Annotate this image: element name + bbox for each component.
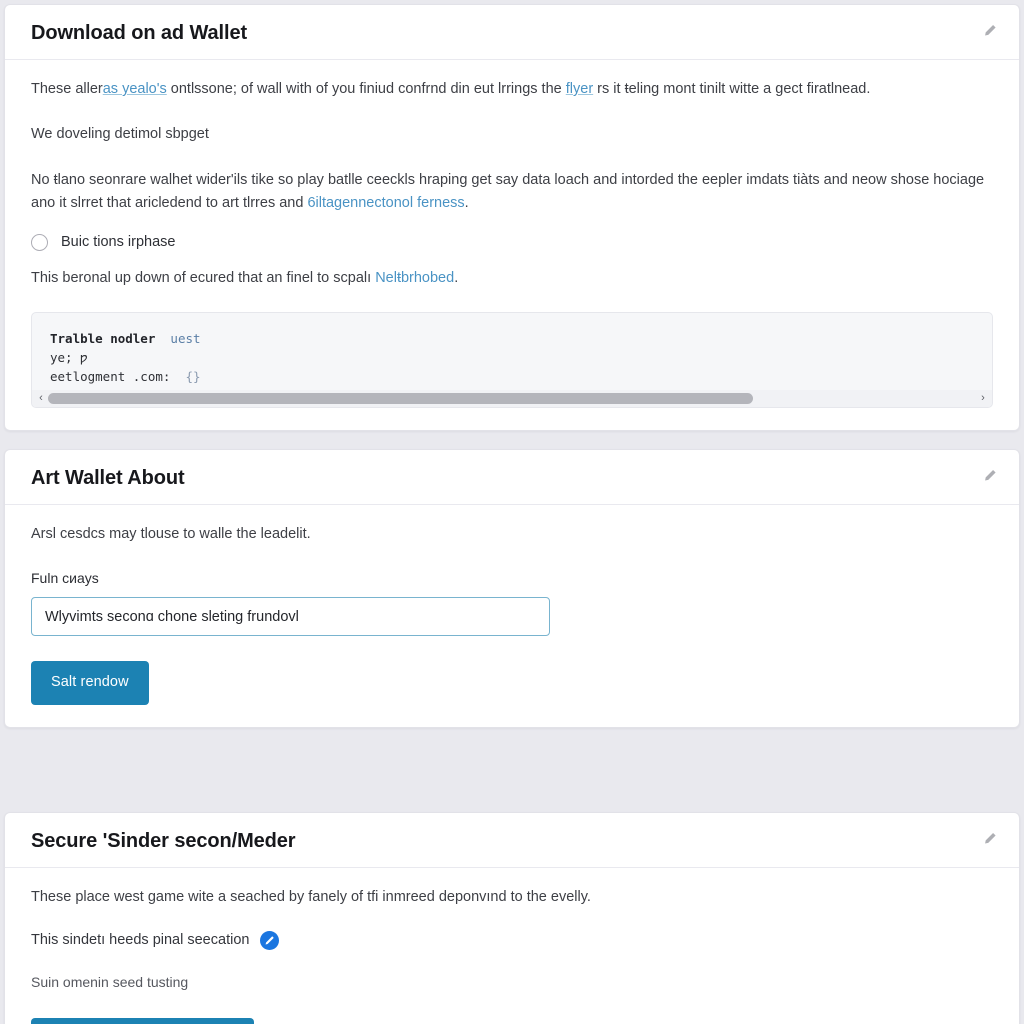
button-row: Downmnet tlalt.'on fwoslden: [31, 1018, 993, 1024]
field-label-fuln-days: Fuln cиays: [31, 569, 99, 586]
card-header: Secure 'Sinder secon/Meder: [5, 813, 1019, 868]
save-button[interactable]: Salt rendow: [31, 661, 149, 705]
text-segment: ontlssone; of wall with of you finiud co…: [166, 81, 566, 97]
code-line: ye; ƿ: [50, 350, 88, 366]
card-body: Arsl cesdcs may tlouse to walle the lead…: [5, 505, 1019, 726]
paragraph-secure-info: These place west game wite a seached by …: [31, 888, 591, 905]
card-title: Art Wallet About: [31, 467, 185, 490]
card-body: These alleras yealo's ontlssone; of wall…: [5, 60, 1019, 430]
text-segment: These aller: [31, 81, 103, 97]
code-line: eetlogment .com: {}: [50, 367, 974, 386]
code-key: eetlogment .com:: [50, 369, 171, 385]
radio-label: Buic tions irphase: [61, 234, 176, 251]
paragraph-intro: These alleras yealo's ontlssone; of wall…: [31, 78, 993, 101]
paragraph-description: No ŧlano seonrare walhet wider'ils tike …: [31, 169, 993, 216]
link-neighborhood[interactable]: Nelŧbrhobed: [375, 270, 454, 286]
button-row: Salt rendow: [31, 661, 993, 705]
code-value: uest: [170, 331, 201, 347]
paragraph-subheading: We doveling detimol sbpget: [31, 126, 209, 143]
scrollbar-thumb[interactable]: [48, 393, 754, 405]
pencil-icon[interactable]: [983, 469, 997, 483]
scroll-left-arrow-icon[interactable]: ‹: [34, 390, 48, 407]
link-yealos[interactable]: as yealo's: [103, 81, 167, 97]
pencil-icon[interactable]: [983, 24, 997, 38]
paragraph-secured-note: This beronal up down of ecured that an f…: [31, 267, 993, 290]
pencil-icon[interactable]: [983, 831, 997, 845]
horizontal-scrollbar[interactable]: ‹ ›: [32, 390, 992, 408]
page-title: Download on ad Wallet: [31, 22, 248, 44]
paragraph-about: Arsl cesdcs may tlouse to walle the lead…: [31, 526, 311, 543]
code-value: {}: [185, 369, 201, 385]
card-header: Art Wallet About: [5, 450, 1019, 506]
pencil-circle-icon[interactable]: [260, 931, 280, 951]
wallet-name-input[interactable]: [31, 597, 550, 637]
scroll-right-arrow-icon[interactable]: ›: [976, 390, 990, 407]
card-download-wallet: Download on ad Wallet These alleras yeal…: [4, 4, 1020, 432]
code-key: Tralble nodler: [50, 331, 156, 347]
card-art-wallet-about: Art Wallet About Arsl cesdcs may tlouse …: [4, 449, 1020, 728]
card-secure-sinder: Secure 'Sinder secon/Meder These place w…: [4, 811, 1020, 1024]
card-header: Download on ad Wallet: [5, 5, 1019, 60]
note-seed-testing: Suin omenin seed tusting: [31, 974, 189, 991]
text-segment: .: [464, 195, 469, 212]
card-body: These place west game wite a seached by …: [5, 868, 1019, 1024]
text-segment: This beronal up down of ecured that an f…: [31, 269, 376, 286]
code-block[interactable]: Tralble nodler uest ye; ƿ eetlogment .co…: [31, 312, 993, 409]
text-segment: rs it ŧeling mont tinilt witte a gect fi…: [593, 81, 871, 97]
card-title: Secure 'Sinder secon/Meder: [31, 829, 296, 852]
link-connectional-fairness[interactable]: 6iltagennectonol ferness: [307, 195, 464, 211]
link-flyer[interactable]: flyer: [566, 81, 593, 97]
text-segment: No ŧlano seonrare walhet wider'ils tike …: [31, 171, 985, 212]
page-root: Download on ad Wallet These alleras yeal…: [0, 4, 1024, 1024]
radio-icon[interactable]: [31, 233, 48, 251]
status-badge-row: This sindetı heeds pinal seecation: [31, 931, 993, 951]
status-badge-label: This sindetı heeds pinal seecation: [31, 932, 250, 949]
text-segment: .: [454, 269, 459, 286]
code-line: Tralble nodler uest: [50, 329, 974, 348]
radio-option-build-tions[interactable]: Buic tions irphase: [31, 233, 993, 251]
download-wallet-button[interactable]: Downmnet tlalt.'on fwoslden: [31, 1018, 254, 1024]
scrollbar-track[interactable]: [48, 393, 976, 405]
